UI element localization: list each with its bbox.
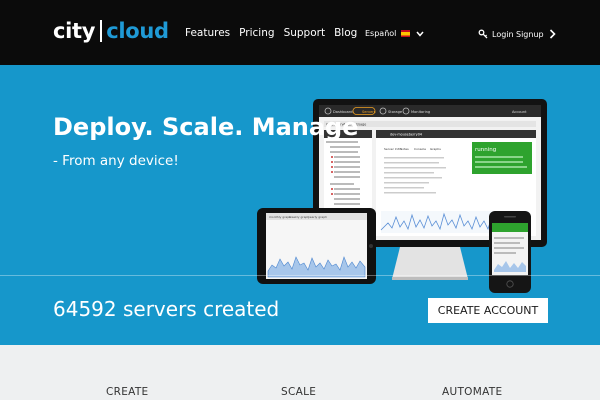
hero-subline: - From any device! bbox=[53, 153, 179, 169]
language-label: Español bbox=[365, 29, 397, 38]
dash-server-tab-graphs: Graphs bbox=[430, 147, 441, 151]
tablet-tab-weekly: weekly graph bbox=[289, 215, 309, 219]
hero-divider bbox=[0, 275, 600, 276]
dash-server-tab-console: Console bbox=[414, 147, 426, 151]
nav-features[interactable]: Features bbox=[185, 27, 230, 39]
feature-automate[interactable]: AUTOMATE bbox=[442, 386, 502, 398]
feature-scale[interactable]: SCALE bbox=[281, 386, 316, 398]
nav-blog[interactable]: Blog bbox=[334, 27, 357, 39]
dash-server-tab-notes: Notes bbox=[400, 147, 409, 151]
dash-tab-servers: Servers bbox=[362, 110, 376, 114]
signup-label: Signup bbox=[516, 29, 544, 39]
tablet-tab-monthly: monthly graph bbox=[269, 215, 291, 219]
main-nav: Features Pricing Support Blog bbox=[185, 27, 357, 39]
features-section: CREATE SCALE AUTOMATE bbox=[0, 345, 600, 400]
dash-server-tab-info: Server Info bbox=[384, 147, 401, 151]
dash-tab-storage: Storage bbox=[388, 110, 403, 114]
logo-city-text: city bbox=[53, 19, 96, 43]
create-account-button[interactable]: CREATE ACCOUNT bbox=[428, 298, 548, 323]
tablet-tab-yearly: yearly graph bbox=[308, 215, 327, 219]
phone-mockup bbox=[489, 211, 531, 293]
dash-tab-monitoring: Monitoring bbox=[411, 110, 430, 114]
signup-link[interactable]: Signup bbox=[516, 29, 556, 39]
feature-create[interactable]: CREATE bbox=[106, 386, 148, 398]
citycloud-logo[interactable]: city cloud bbox=[53, 18, 169, 44]
nav-pricing[interactable]: Pricing bbox=[239, 27, 274, 39]
chevron-down-icon bbox=[416, 31, 424, 37]
login-label: Login bbox=[492, 29, 514, 39]
tablet-mockup: monthly graph weekly graph yearly graph bbox=[257, 208, 376, 284]
top-navigation: city cloud Features Pricing Support Blog… bbox=[0, 0, 600, 65]
key-icon bbox=[478, 29, 488, 39]
dash-server-name: dev-mouseberry04 bbox=[390, 133, 422, 137]
logo-cloud-text: cloud bbox=[106, 19, 169, 43]
spain-flag-icon bbox=[401, 30, 411, 37]
language-selector[interactable]: Español bbox=[365, 29, 425, 38]
chevron-right-icon bbox=[549, 29, 556, 39]
login-link[interactable]: Login bbox=[478, 29, 514, 39]
servers-created-counter: 64592 servers created bbox=[53, 297, 280, 321]
nav-support[interactable]: Support bbox=[284, 27, 326, 39]
dash-user-label: Account bbox=[512, 110, 527, 114]
hero-section: Dashboard Servers Storage Monitoring Acc… bbox=[0, 65, 600, 345]
hero-headline: Deploy. Scale. Manage bbox=[53, 113, 359, 141]
logo-divider bbox=[100, 20, 103, 42]
dash-status-running: running bbox=[475, 147, 496, 153]
